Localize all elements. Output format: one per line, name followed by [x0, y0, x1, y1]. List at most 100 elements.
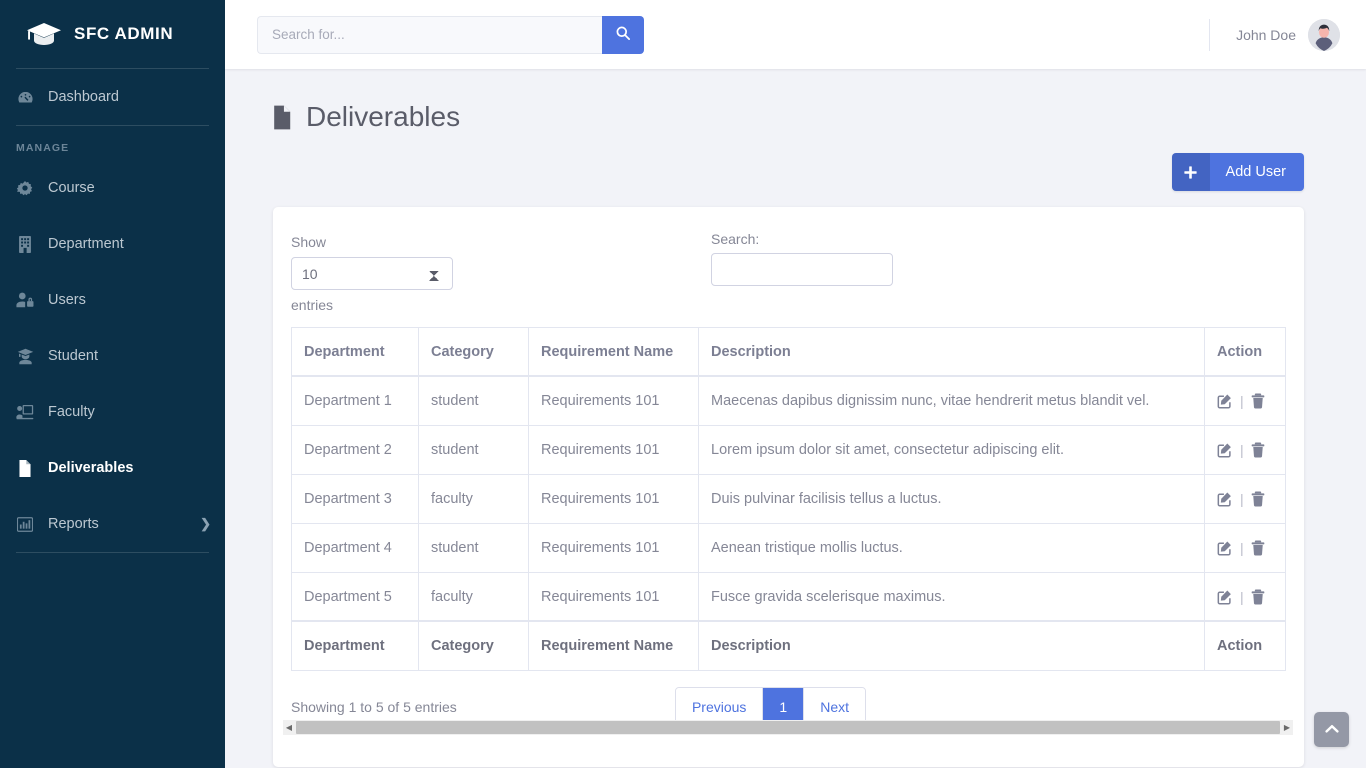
foot-header-action: Action [1204, 620, 1286, 671]
col-header-description[interactable]: Description [698, 326, 1205, 378]
cell-action: | [1204, 522, 1286, 573]
sidebar-section-manage: MANAGE [16, 142, 70, 154]
table-foot: Department Category Requirement Name Des… [291, 620, 1286, 671]
sidebar-item-faculty[interactable]: Faculty [0, 384, 225, 440]
foot-header-category: Category [418, 620, 529, 671]
datatable-card: Show 10 entries Search: Department Categ… [273, 207, 1304, 767]
cell-action: | [1204, 375, 1286, 426]
horizontal-scrollbar[interactable]: ◀ ▶ [283, 720, 1293, 735]
cell-category: student [418, 424, 529, 475]
plus-icon [1171, 153, 1210, 191]
sidebar-divider-bottom [16, 552, 209, 553]
sidebar-item-label: Dashboard [48, 89, 119, 105]
edit-icon[interactable] [1217, 442, 1233, 458]
delete-icon[interactable] [1251, 491, 1265, 507]
cell-description: Maecenas dapibus dignissim nunc, vitae h… [698, 375, 1205, 426]
topbar: John Doe [225, 0, 1366, 69]
sidebar-item-label: Reports [48, 516, 99, 532]
scroll-to-top-button[interactable] [1314, 712, 1349, 747]
chevron-right-icon: ❯ [200, 516, 211, 531]
chalkboard-icon [16, 404, 34, 420]
table-header-row: Department Category Requirement Name Des… [291, 326, 1286, 378]
table-footer-row: Department Category Requirement Name Des… [291, 620, 1286, 671]
file-icon [16, 459, 34, 477]
cell-action: | [1204, 424, 1286, 475]
col-header-requirement[interactable]: Requirement Name [528, 326, 699, 378]
table-info: Showing 1 to 5 of 5 entries [291, 698, 457, 715]
edit-icon[interactable] [1217, 491, 1233, 507]
sidebar-item-course[interactable]: Course [0, 160, 225, 216]
table-row: Department 1 student Requirements 101 Ma… [291, 375, 1286, 426]
topbar-user-area: John Doe [1209, 0, 1366, 69]
sidebar-item-department[interactable]: Department [0, 216, 225, 272]
cell-action: | [1204, 473, 1286, 524]
sidebar-item-users[interactable]: Users [0, 272, 225, 328]
col-header-action: Action [1204, 326, 1286, 378]
edit-icon[interactable] [1217, 540, 1233, 556]
sidebar-item-dashboard[interactable]: Dashboard [0, 69, 225, 125]
scrollbar-thumb[interactable] [296, 721, 1280, 734]
sidebar-item-label: Users [48, 292, 86, 308]
tachometer-icon [16, 89, 34, 106]
action-separator: | [1240, 441, 1244, 458]
col-header-department[interactable]: Department [291, 326, 419, 378]
main-area: John Doe [225, 0, 1366, 768]
show-label: Show [291, 234, 327, 250]
table-row: Department 5 faculty Requirements 101 Fu… [291, 571, 1286, 622]
user-lock-icon [16, 292, 34, 308]
sidebar-item-label: Department [48, 236, 124, 252]
building-icon [16, 235, 34, 253]
cell-department: Department 3 [291, 473, 419, 524]
sidebar-item-student[interactable]: Student [0, 328, 225, 384]
cell-description: Aenean tristique mollis luctus. [698, 522, 1205, 573]
table-search-label: Search: [711, 231, 760, 247]
deliverables-table: Department Category Requirement Name Des… [291, 326, 1286, 671]
cog-icon [16, 180, 34, 196]
delete-icon[interactable] [1251, 540, 1265, 556]
file-icon [273, 105, 292, 130]
brand-text: SFC ADMIN [74, 24, 174, 43]
cell-category: student [418, 375, 529, 426]
action-separator: | [1240, 393, 1244, 410]
table-search-input[interactable] [711, 253, 893, 286]
length-control: Show 10 entries [291, 231, 453, 317]
delete-icon[interactable] [1251, 393, 1265, 409]
sidebar-item-deliverables[interactable]: Deliverables [0, 440, 225, 496]
add-user-button[interactable]: Add User [1171, 153, 1304, 191]
col-header-category[interactable]: Category [418, 326, 529, 378]
search-icon [616, 26, 630, 43]
table-head: Department Category Requirement Name Des… [291, 326, 1286, 378]
page-title: Deliverables [249, 101, 1320, 133]
cell-action: | [1204, 571, 1286, 622]
entries-label: entries [291, 297, 334, 314]
search-input[interactable] [257, 15, 602, 54]
page-content: Deliverables Add User Show 10 entries Se… [225, 69, 1366, 767]
edit-icon[interactable] [1217, 393, 1233, 409]
brand[interactable]: SFC ADMIN [0, 0, 225, 68]
edit-icon[interactable] [1217, 589, 1233, 605]
page-title-text: Deliverables [306, 101, 461, 132]
cell-description: Lorem ipsum dolor sit amet, consectetur … [698, 424, 1205, 475]
search-button[interactable] [602, 15, 644, 54]
topbar-search [257, 15, 644, 54]
table-row: Department 2 student Requirements 101 Lo… [291, 424, 1286, 475]
sidebar-item-label: Deliverables [48, 460, 134, 476]
datatable-controls: Show 10 entries Search: [291, 227, 1286, 317]
avatar[interactable] [1308, 18, 1340, 51]
foot-header-department: Department [291, 620, 419, 671]
cell-department: Department 1 [291, 375, 419, 426]
topbar-separator [1209, 18, 1211, 51]
delete-icon[interactable] [1251, 442, 1265, 458]
cell-category: faculty [418, 571, 529, 622]
entries-length-select[interactable]: 10 [291, 257, 453, 291]
action-separator: | [1240, 588, 1244, 605]
caret-left-icon[interactable]: ◀ [283, 720, 295, 735]
caret-right-icon[interactable]: ▶ [1281, 720, 1293, 735]
cell-description: Fusce gravida scelerisque maximus. [698, 571, 1205, 622]
chevron-up-icon [1324, 721, 1339, 739]
action-separator: | [1240, 490, 1244, 507]
sidebar-item-reports[interactable]: Reports ❯ [0, 496, 225, 552]
delete-icon[interactable] [1251, 589, 1265, 605]
cell-category: student [418, 522, 529, 573]
cell-requirement: Requirements 101 [528, 571, 699, 622]
